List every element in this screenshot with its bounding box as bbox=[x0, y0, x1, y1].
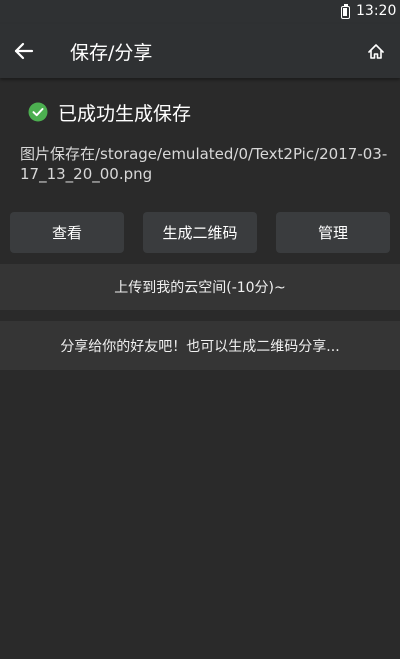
status-bar: 13:20 bbox=[0, 0, 400, 24]
success-row: 已成功生成保存 bbox=[28, 96, 191, 128]
upload-cloud-button[interactable]: 上传到我的云空间(-10分)~ bbox=[0, 264, 400, 310]
home-button[interactable] bbox=[360, 33, 392, 69]
battery-charging-icon bbox=[341, 3, 350, 19]
manage-button[interactable]: 管理 bbox=[276, 212, 390, 253]
arrow-left-icon bbox=[14, 42, 34, 60]
check-circle-icon bbox=[28, 102, 48, 122]
success-message: 已成功生成保存 bbox=[58, 102, 192, 125]
app-bar: 保存/分享 bbox=[0, 24, 400, 78]
home-icon bbox=[368, 44, 384, 59]
back-button[interactable] bbox=[8, 33, 44, 69]
share-friends-button[interactable]: 分享给你的好友吧！也可以生成二维码分享... bbox=[0, 321, 400, 370]
view-button[interactable]: 查看 bbox=[10, 212, 124, 253]
generate-qr-button[interactable]: 生成二维码 bbox=[143, 212, 257, 253]
status-time: 13:20 bbox=[356, 3, 397, 19]
saved-path-text: 图片保存在/storage/emulated/0/Text2Pic/2017-0… bbox=[20, 145, 388, 183]
page-title: 保存/分享 bbox=[70, 42, 153, 64]
